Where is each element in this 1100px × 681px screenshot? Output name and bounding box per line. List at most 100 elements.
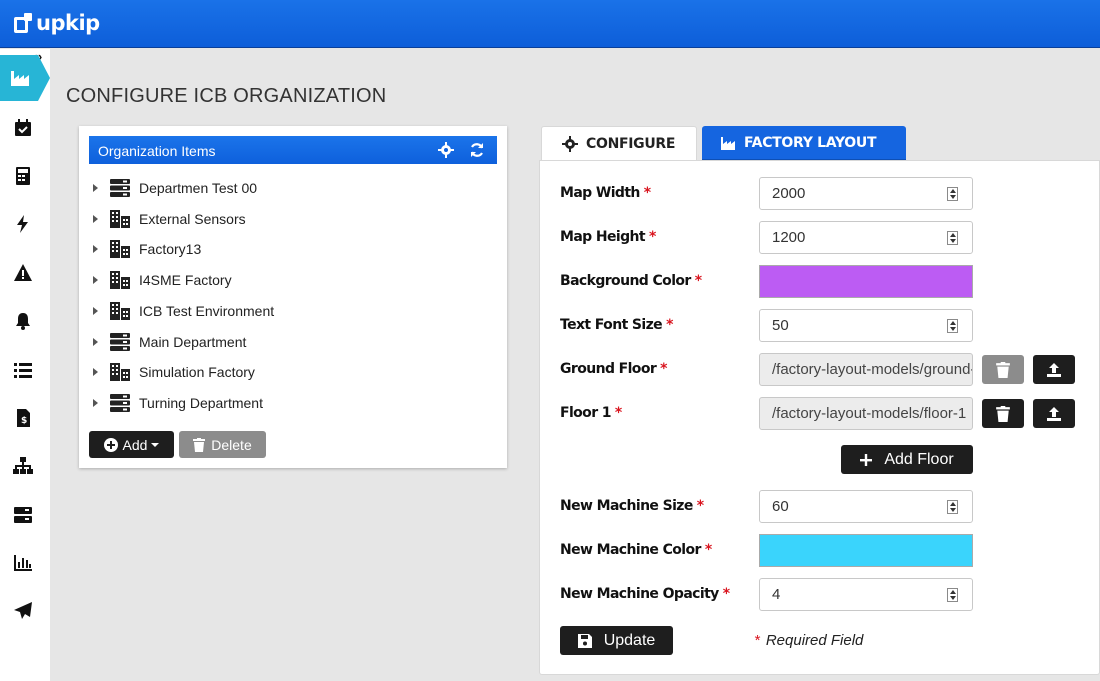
tab-factory-layout-label: FACTORY LAYOUT (744, 134, 877, 151)
ground-floor-file-input[interactable]: /factory-layout-models/ground-floor (759, 353, 973, 386)
tree-item[interactable]: External Sensors (93, 208, 246, 230)
ground-floor-upload-button[interactable] (1033, 355, 1075, 384)
spinner-icon[interactable] (947, 187, 958, 201)
new-machine-size-label: New Machine Size * (560, 498, 704, 514)
expand-caret-icon[interactable] (93, 245, 98, 254)
expand-caret-icon[interactable] (93, 214, 98, 223)
tree-item-label: Simulation Factory (139, 364, 255, 381)
caret-down-icon (151, 442, 160, 447)
tree-item[interactable]: Main Department (93, 331, 246, 353)
required-field-note: * Required Field (754, 632, 864, 649)
ground-floor-delete-button[interactable] (982, 355, 1024, 384)
new-machine-opacity-input[interactable]: 4 (759, 578, 973, 611)
tab-configure-label: CONFIGURE (586, 136, 676, 152)
building-icon (110, 271, 130, 290)
sitemap-icon[interactable] (12, 455, 34, 477)
new-machine-size-input[interactable]: 60 (759, 490, 973, 523)
ground-floor-value: /factory-layout-models/ground-floor (772, 361, 973, 378)
refresh-icon[interactable] (469, 142, 485, 158)
gear-icon (562, 136, 586, 152)
add-button[interactable]: Add (89, 431, 174, 458)
trash-icon (995, 405, 1011, 422)
delete-button[interactable]: Delete (179, 431, 266, 458)
server-icon (110, 393, 130, 412)
bar-chart-icon[interactable] (12, 552, 34, 574)
bell-icon[interactable] (12, 310, 34, 332)
add-button-label: Add (122, 436, 148, 453)
tree-item[interactable]: Simulation Factory (93, 361, 255, 383)
factory-icon (9, 67, 31, 89)
spinner-icon[interactable] (947, 319, 958, 333)
expand-caret-icon[interactable] (93, 306, 98, 315)
spinner-icon[interactable] (947, 231, 958, 245)
tree-item[interactable]: Turning Department (93, 392, 263, 414)
text-font-size-input[interactable]: 50 (759, 309, 973, 342)
new-machine-opacity-label: New Machine Opacity * (560, 586, 730, 602)
floor-1-upload-button[interactable] (1033, 399, 1075, 428)
server-icon (110, 179, 130, 197)
bolt-icon[interactable] (12, 213, 34, 235)
map-height-input[interactable]: 1200 (759, 221, 973, 254)
text-font-size-value: 50 (772, 317, 789, 334)
server-icon[interactable] (12, 504, 34, 526)
list-icon[interactable] (12, 359, 34, 381)
plus-circle-icon (103, 437, 118, 452)
map-width-input[interactable]: 2000 (759, 177, 973, 210)
server-icon (110, 332, 130, 351)
gear-icon[interactable] (438, 142, 454, 158)
app-logo[interactable]: upkip (14, 9, 100, 37)
add-floor-button[interactable]: Add Floor (841, 445, 973, 474)
update-button[interactable]: Update (560, 626, 673, 655)
trash-icon (193, 437, 206, 452)
expand-caret-icon[interactable] (93, 337, 98, 346)
floor-1-file-input[interactable]: /factory-layout-models/floor-1 (759, 397, 973, 430)
building-icon (110, 363, 130, 382)
page-title: CONFIGURE ICB ORGANIZATION (66, 85, 387, 107)
tree-item[interactable]: Departmen Test 00 (93, 177, 257, 199)
text-font-size-label: Text Font Size * (560, 317, 673, 333)
tree-item-label: Turning Department (139, 394, 263, 411)
background-color-picker[interactable] (759, 265, 973, 298)
invoice-icon[interactable]: $ (12, 407, 34, 429)
new-machine-color-picker[interactable] (759, 534, 973, 567)
expand-caret-icon[interactable] (93, 398, 98, 407)
trash-icon (995, 361, 1011, 378)
spinner-icon[interactable] (947, 588, 958, 602)
tree-item-label: Factory13 (139, 241, 202, 258)
expand-caret-icon[interactable] (93, 368, 98, 377)
calculator-icon[interactable] (12, 165, 34, 187)
delete-button-label: Delete (211, 436, 252, 453)
factory-icon (720, 135, 744, 151)
tree-item-label: Main Department (139, 333, 247, 350)
logo-text: upkip (36, 11, 100, 35)
calendar-check-icon[interactable] (12, 117, 34, 139)
upload-icon (1046, 406, 1062, 422)
paper-plane-icon[interactable] (12, 600, 34, 622)
floor-1-delete-button[interactable] (982, 399, 1024, 428)
organization-panel: Organization Items Departmen Test 00 Exte… (79, 126, 507, 468)
building-icon (110, 301, 130, 320)
tree-item-label: ICB Test Environment (139, 302, 275, 319)
tab-configure[interactable]: CONFIGURE (541, 126, 697, 161)
map-height-label: Map Height * (560, 229, 656, 245)
map-width-value: 2000 (772, 185, 806, 202)
add-floor-label: Add Floor (884, 450, 954, 468)
building-icon (110, 240, 130, 259)
expand-caret-icon[interactable] (93, 184, 98, 192)
new-machine-opacity-value: 4 (772, 586, 781, 603)
logo-mark-icon (14, 13, 32, 33)
background-color-label: Background Color * (560, 273, 702, 289)
organization-panel-title: Organization Items (98, 143, 216, 159)
top-bar: upkip (0, 0, 1100, 48)
save-icon (577, 633, 592, 648)
configure-form: Map Width * 2000 Map Height * 1200 Backgro… (539, 160, 1100, 675)
warning-icon[interactable] (12, 262, 34, 284)
spinner-icon[interactable] (947, 500, 958, 514)
tree-item[interactable]: ICB Test Environment (93, 300, 274, 322)
expand-caret-icon[interactable] (93, 276, 98, 285)
tree-item[interactable]: I4SME Factory (93, 269, 232, 291)
map-width-label: Map Width * (560, 185, 651, 201)
sidebar-item-factory[interactable] (0, 55, 50, 101)
tree-item[interactable]: Factory13 (93, 238, 201, 260)
tab-factory-layout[interactable]: FACTORY LAYOUT (702, 126, 906, 161)
